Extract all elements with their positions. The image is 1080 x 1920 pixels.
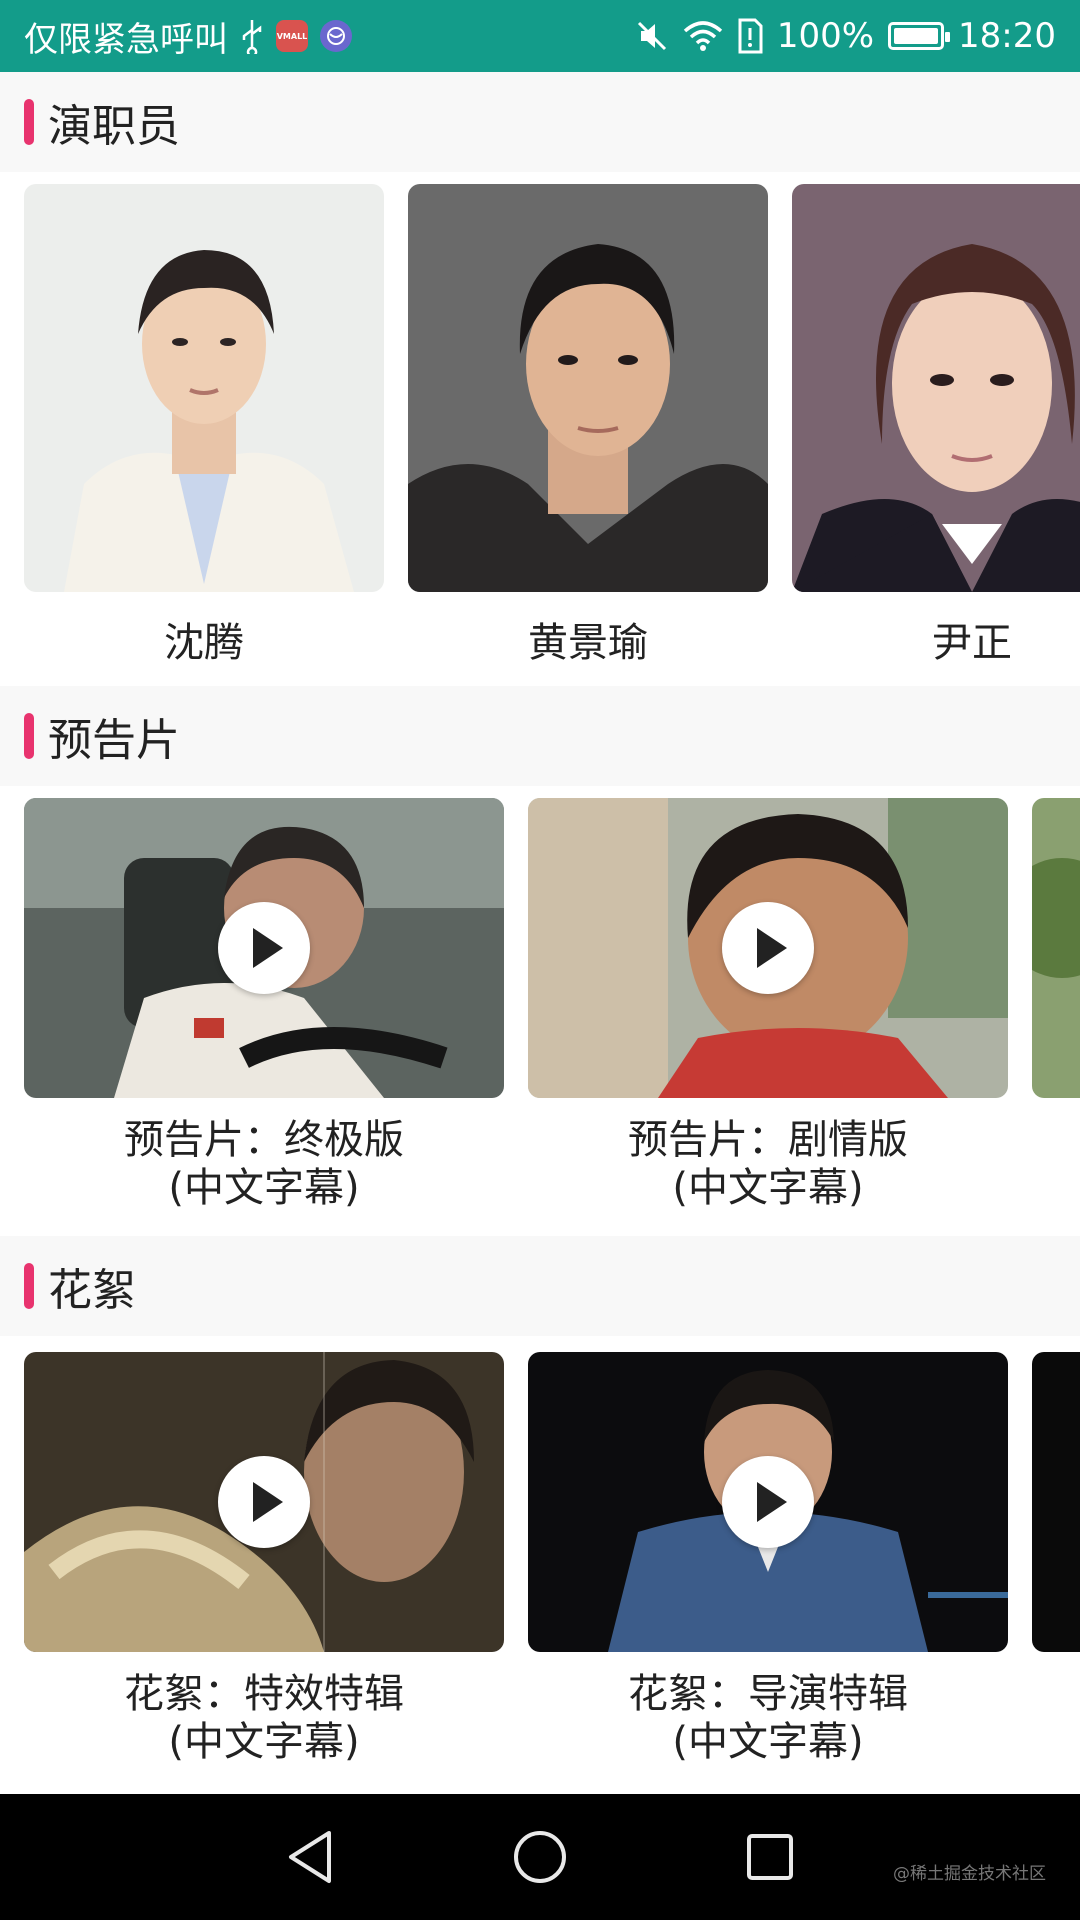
video-card[interactable]: 花絮：导演特辑 (中文字幕) xyxy=(528,1352,1008,1766)
section-title-featurettes: 花絮 xyxy=(48,1265,136,1316)
play-button[interactable] xyxy=(218,1456,310,1548)
accent-bar xyxy=(24,99,34,145)
accent-bar xyxy=(24,1263,34,1309)
video-title: 预告片：剧情版 (中文字幕) xyxy=(628,1117,908,1211)
mute-icon xyxy=(635,19,669,53)
status-bar: 仅限紧急呼叫 VMALL 100% 18:20 xyxy=(0,0,1080,72)
recents-icon[interactable] xyxy=(730,1817,810,1897)
video-title: 花絮：导演特辑 (中文字幕) xyxy=(628,1671,908,1765)
play-icon xyxy=(757,1482,787,1522)
video-thumbnail[interactable] xyxy=(528,1352,1008,1652)
carrier-text: 仅限紧急呼叫 xyxy=(24,19,228,60)
actor-photo[interactable] xyxy=(24,184,384,592)
status-right: 100% 18:20 xyxy=(635,16,1056,56)
section-title-trailers: 预告片 xyxy=(48,715,180,766)
video-thumbnail[interactable] xyxy=(1032,798,1080,1098)
play-icon xyxy=(253,928,283,968)
section-header-featurettes: 花絮 xyxy=(0,1236,1080,1336)
accent-bar xyxy=(24,713,34,759)
actor-card[interactable]: 黄景瑜 xyxy=(408,184,768,664)
video-card[interactable] xyxy=(1032,798,1080,1098)
actor-name: 黄景瑜 xyxy=(528,620,648,664)
sim-alert-icon xyxy=(737,18,763,54)
status-left: 仅限紧急呼叫 VMALL xyxy=(24,12,635,61)
video-thumbnail[interactable] xyxy=(1032,1352,1080,1652)
actor-card[interactable]: 沈腾 xyxy=(24,184,384,664)
video-card[interactable]: 预告片：剧情版 (中文字幕) xyxy=(528,798,1008,1212)
navigation-bar: @稀土掘金技术社区 xyxy=(0,1794,1080,1920)
video-card[interactable]: 花絮：特效特辑 (中文字幕) xyxy=(24,1352,504,1766)
usb-icon xyxy=(240,18,264,54)
trailer-carousel[interactable]: 预告片：终极版 (中文字幕) 预告片：剧情版 (中文字幕) xyxy=(24,798,1080,1218)
mall-app-icon: VMALL xyxy=(276,20,308,52)
play-icon xyxy=(757,928,787,968)
actor-photo[interactable] xyxy=(792,184,1080,592)
play-icon xyxy=(253,1482,283,1522)
sphere-app-icon xyxy=(320,20,352,52)
section-header-trailers: 预告片 xyxy=(0,686,1080,786)
video-title: 预告片：终极版 (中文字幕) xyxy=(124,1117,404,1211)
play-button[interactable] xyxy=(218,902,310,994)
video-thumbnail[interactable] xyxy=(24,798,504,1098)
actor-name: 沈腾 xyxy=(164,620,244,664)
actor-card[interactable]: 尹正 xyxy=(792,184,1080,664)
video-card[interactable] xyxy=(1032,1352,1080,1652)
wifi-icon xyxy=(683,19,723,53)
video-card[interactable]: 预告片：终极版 (中文字幕) xyxy=(24,798,504,1212)
section-title-cast: 演职员 xyxy=(48,101,180,152)
featurette-carousel[interactable]: 花絮：特效特辑 (中文字幕) 花絮：导演特辑 (中文字幕) xyxy=(24,1352,1080,1772)
actor-photo[interactable] xyxy=(408,184,768,592)
watermark: @稀土掘金技术社区 xyxy=(893,1864,1046,1884)
actor-name: 尹正 xyxy=(932,620,1012,664)
video-title: 花絮：特效特辑 (中文字幕) xyxy=(124,1671,404,1765)
cast-carousel[interactable]: 沈腾 黄景瑜 尹正 xyxy=(24,184,1080,664)
clock: 18:20 xyxy=(958,16,1056,56)
back-icon[interactable] xyxy=(270,1817,350,1897)
battery-icon xyxy=(888,22,951,50)
video-thumbnail[interactable] xyxy=(24,1352,504,1652)
play-button[interactable] xyxy=(722,1456,814,1548)
home-icon[interactable] xyxy=(500,1817,580,1897)
section-header-cast: 演职员 xyxy=(0,72,1080,172)
battery-percent: 100% xyxy=(776,16,875,56)
video-thumbnail[interactable] xyxy=(528,798,1008,1098)
play-button[interactable] xyxy=(722,902,814,994)
